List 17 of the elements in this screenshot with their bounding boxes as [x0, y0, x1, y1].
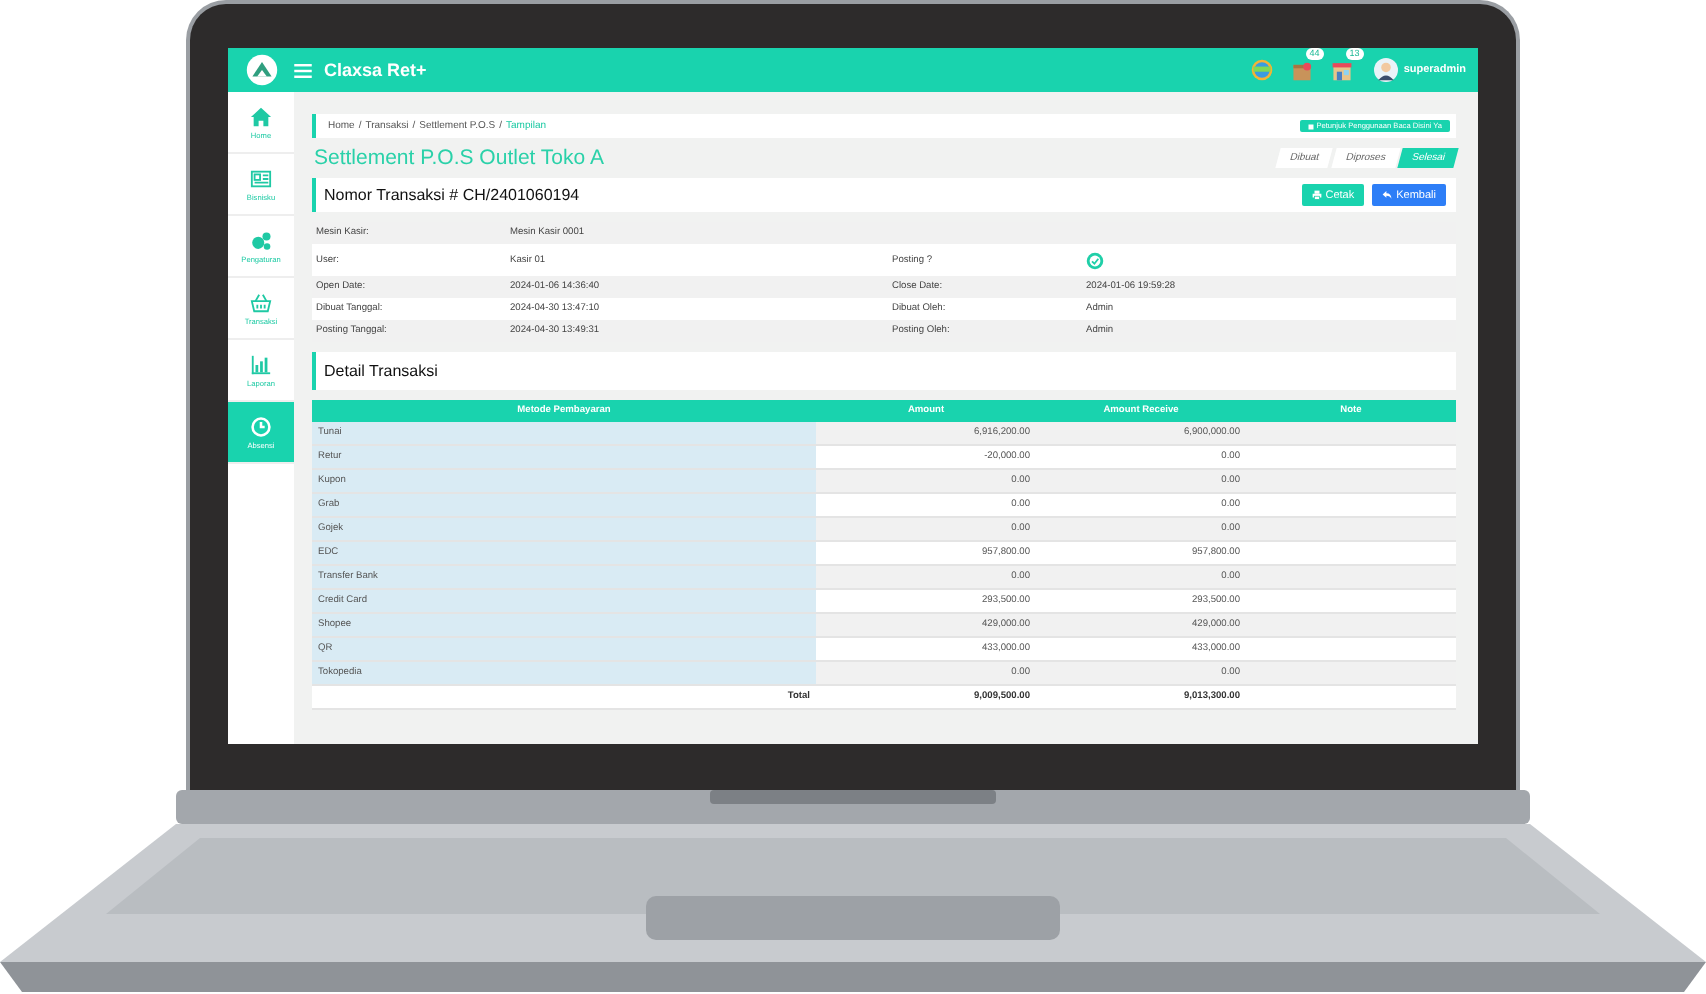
printer-icon [1311, 190, 1322, 200]
avatar-icon[interactable] [1373, 58, 1398, 82]
box-icon[interactable] [1289, 58, 1314, 82]
page-title: Settlement P.O.S Outlet Toko A [314, 146, 604, 170]
clock-icon [250, 415, 272, 437]
home-icon [250, 105, 272, 127]
transaction-number: Nomor Transaksi # CH/2401060194 [324, 186, 580, 204]
section-title: Detail Transaksi [324, 362, 438, 380]
globe-icon[interactable] [1249, 58, 1274, 82]
basket-icon [250, 291, 272, 313]
shop-icon[interactable] [1329, 58, 1354, 82]
reply-arrow-icon [1382, 190, 1393, 200]
newspaper-icon [250, 167, 272, 189]
logo-icon [245, 54, 277, 86]
menu-icon[interactable] [294, 63, 312, 77]
app-name: Claxsa Ret+ [324, 60, 427, 80]
bar-chart-icon [250, 353, 272, 375]
